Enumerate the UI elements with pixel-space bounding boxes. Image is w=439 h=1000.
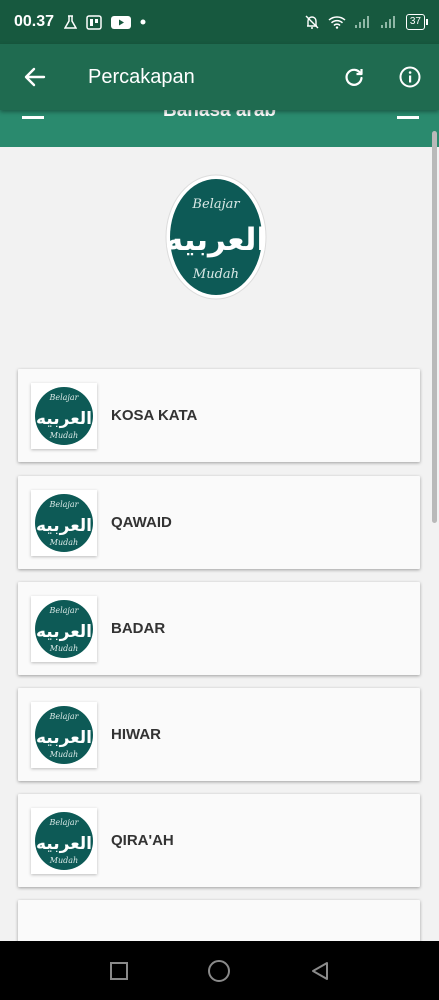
menu-item-badar[interactable]: Belajar العربيه Mudah BADAR [18,582,420,675]
info-icon[interactable] [399,66,421,88]
logo-top-text: Belajar [191,197,240,212]
back-triangle-icon[interactable] [310,961,330,981]
menu-item-label: BADAR [111,620,166,637]
svg-text:Mudah: Mudah [49,856,78,865]
page-title: Percakapan [88,65,195,88]
flask-icon [64,14,78,29]
youtube-icon [111,15,132,29]
scrollbar[interactable] [432,131,437,523]
menu-item-label: QIRA'AH [111,832,174,849]
logo-icon: Belajar العربيه Mudah [35,386,93,445]
web-content[interactable]: Belajar العربيه Mudah Belajar العربيه Muda… [0,147,439,941]
right-menu-icon[interactable] [397,116,419,119]
refresh-icon[interactable] [343,66,365,88]
svg-text:العربيه: العربيه [36,622,92,642]
menu-item-thumbnail: Belajar العربيه Mudah [31,382,97,449]
logo-icon: Belajar العربيه Mudah [35,705,93,764]
menu-item-thumbnail: Belajar العربيه Mudah [31,701,97,768]
menu-item-thumbnail: Belajar العربيه Mudah [31,489,97,556]
signal-2-icon [380,16,395,28]
web-header-title: Bahasa arab [162,110,276,121]
svg-text:العربيه: العربيه [36,728,92,748]
status-time: 00.37 [14,13,55,30]
menu-item-qiraah[interactable]: Belajar العربيه Mudah QIRA'AH [18,794,420,887]
system-icons: 37 [304,14,429,30]
recents-square-icon[interactable] [109,961,129,981]
svg-text:Belajar: Belajar [48,818,79,827]
back-arrow-icon[interactable] [24,66,46,88]
menu-item-label: QAWAID [111,514,172,531]
svg-text:Belajar: Belajar [48,500,79,509]
home-circle-icon[interactable] [207,959,231,983]
app-bar-actions [343,66,421,88]
menu-item-thumbnail: Belajar العربيه Mudah [31,807,97,874]
dot-icon [140,19,146,25]
menu-item-thumbnail: Belajar العربيه Mudah [31,595,97,662]
logo-icon: Belajar العربيه Mudah [35,599,93,658]
app-bar: Percakapan [0,44,439,110]
web-header: Bahasa arab [0,110,439,147]
menu-item-qawaid[interactable]: Belajar العربيه Mudah QAWAID [18,476,420,569]
menu-item-hiwar[interactable]: Belajar العربيه Mudah HIWAR [18,688,420,781]
logo-icon: Belajar العربيه Mudah [35,811,93,870]
svg-text:Belajar: Belajar [48,393,79,402]
menu-item-label: HIWAR [111,726,161,743]
svg-text:Mudah: Mudah [49,538,78,547]
status-bar: 00.37 37 [0,0,439,44]
svg-text:Mudah: Mudah [49,750,78,759]
svg-text:العربيه: العربيه [36,834,92,854]
svg-text:العربيه: العربيه [36,409,92,429]
menu-item-kosa-kata[interactable]: Belajar العربيه Mudah KOSA KATA [18,369,420,462]
svg-text:Belajar: Belajar [48,606,79,615]
app-logo: Belajar العربيه Mudah [165,174,267,300]
menu-item-partial[interactable] [18,900,420,941]
battery-indicator: 37 [405,14,429,30]
system-nav-bar [0,941,439,1000]
logo-arabic-text: العربيه [165,222,267,258]
svg-text:العربيه: العربيه [36,516,92,536]
menu-item-label: KOSA KATA [111,407,198,424]
notification-icons [64,14,146,30]
svg-text:Mudah: Mudah [49,431,78,440]
mute-bell-icon [305,15,319,29]
wifi-icon [328,16,346,29]
svg-text:Mudah: Mudah [49,644,78,653]
svg-text:Belajar: Belajar [48,712,79,721]
app-notification-icon [86,14,102,30]
logo-bottom-text: Mudah [192,267,239,282]
logo-icon: Belajar العربيه Mudah [35,493,93,552]
signal-icon [354,16,369,28]
